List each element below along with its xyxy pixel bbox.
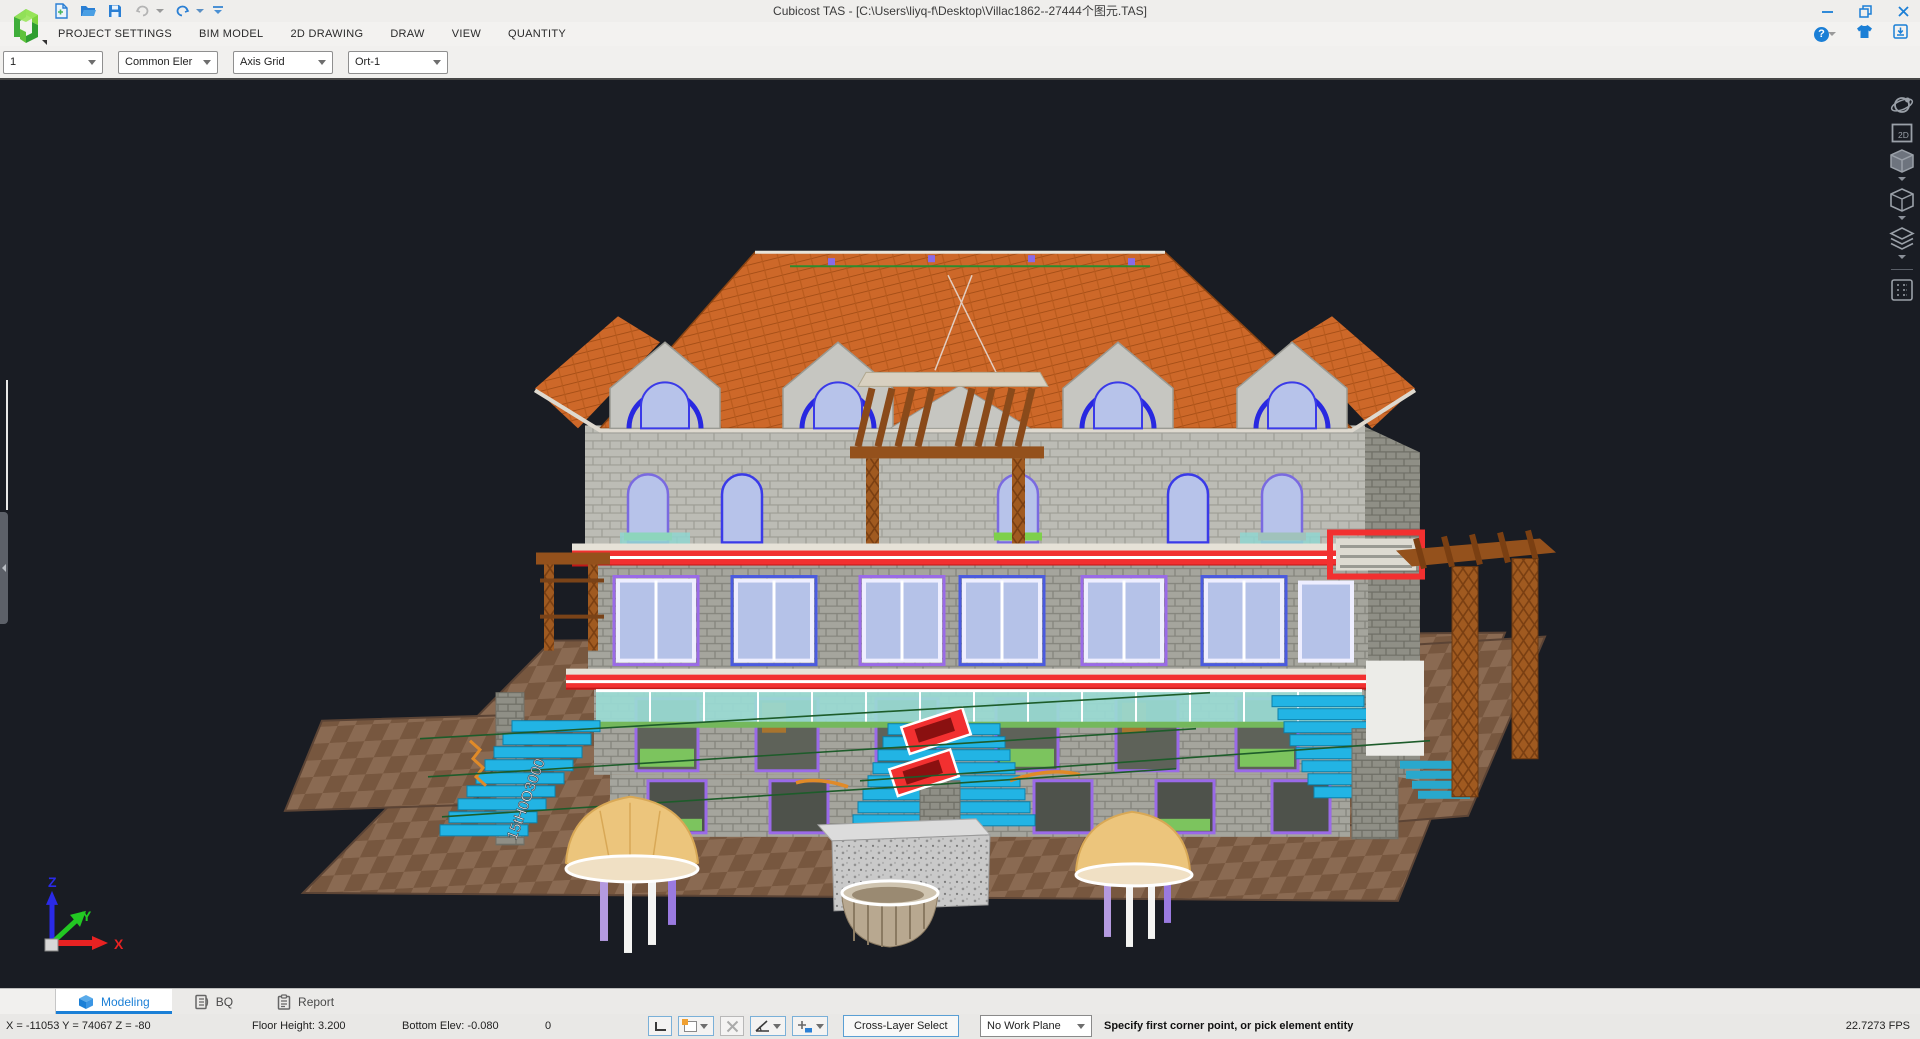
floor-select[interactable]: 1	[3, 51, 103, 74]
modeling-cube-icon	[78, 994, 94, 1010]
left-panel-splitter[interactable]	[6, 380, 8, 510]
report-clipboard-icon	[277, 994, 291, 1010]
menu-project-settings[interactable]: PROJECT SETTINGS	[58, 28, 172, 40]
shaded-view-dropdown-arrow[interactable]	[1898, 177, 1906, 181]
menu-bar: PROJECT SETTINGS BIM MODEL 2D DRAWING DR…	[0, 22, 1920, 46]
axis-x-label: X	[114, 936, 124, 952]
angle-icon	[755, 1020, 770, 1032]
axis-y-label: Y	[82, 908, 92, 924]
tab-modeling-label: Modeling	[101, 995, 150, 1009]
menu-draw[interactable]: DRAW	[390, 28, 424, 40]
bq-document-icon	[194, 994, 209, 1010]
viewport-3d[interactable]: 15tH0O3000	[0, 80, 1920, 988]
tab-bq[interactable]: BQ	[172, 989, 255, 1014]
chevron-down-icon	[318, 60, 326, 65]
tab-bq-label: BQ	[216, 995, 233, 1009]
view-preset-select[interactable]: Ort-1	[348, 51, 448, 74]
cross-layer-select-button[interactable]: Cross-Layer Select	[843, 1015, 959, 1037]
ortho-mode-button[interactable]	[648, 1016, 672, 1036]
menu-bim-model[interactable]: BIM MODEL	[199, 28, 263, 40]
axis-z-label: Z	[48, 874, 57, 890]
workspace-tabbar: Modeling BQ Report	[0, 988, 1920, 1014]
menu-quantity[interactable]: QUANTITY	[508, 28, 566, 40]
bottom-elevation-readout: Bottom Elev: -0.080	[402, 1014, 499, 1039]
element-toolbar: 1 Common Eler Axis Grid Ort-1	[0, 46, 1920, 80]
selection-count: 0	[545, 1014, 551, 1039]
app-window: Cubicost TAS - [C:\Users\liyq-f\Desktop\…	[0, 0, 1920, 1039]
floor-height-readout: Floor Height: 3.200	[252, 1014, 346, 1039]
x-cross-icon	[726, 1020, 739, 1033]
region-snap-button[interactable]	[678, 1016, 714, 1036]
wireframe-view-icon[interactable]	[1889, 187, 1915, 213]
logo-menu-arrow[interactable]	[42, 40, 47, 45]
element-select[interactable]: Axis Grid	[233, 51, 333, 74]
window-controls	[1820, 0, 1910, 22]
axis-triad: Z Y X	[45, 874, 124, 952]
model-canvas[interactable]: 15tH0O3000	[0, 80, 1920, 988]
parasol-table-left	[566, 797, 698, 953]
skin-icon[interactable]	[1856, 24, 1873, 44]
app-logo-icon[interactable]	[6, 3, 46, 45]
close-button[interactable]	[1896, 4, 1910, 18]
cursor-coordinates: X = -11053 Y = 74067 Z = -80	[6, 1014, 151, 1039]
download-icon[interactable]	[1893, 24, 1908, 44]
tab-modeling[interactable]: Modeling	[56, 989, 172, 1014]
layers-icon[interactable]	[1889, 226, 1915, 252]
chevron-down-icon	[203, 60, 211, 65]
rect-select-icon	[684, 1021, 697, 1032]
help-dropdown-arrow[interactable]	[1828, 32, 1836, 36]
chevron-down-icon	[433, 60, 441, 65]
title-bar: Cubicost TAS - [C:\Users\liyq-f\Desktop\…	[0, 0, 1920, 22]
chevron-down-icon	[700, 1024, 708, 1029]
work-plane-select[interactable]: No Work Plane	[980, 1015, 1092, 1037]
restore-button[interactable]	[1858, 4, 1872, 18]
help-icon[interactable]: ?	[1814, 27, 1829, 42]
shaded-view-icon[interactable]	[1889, 148, 1915, 174]
angle-snap-button[interactable]	[750, 1016, 786, 1036]
schedule-grid-icon[interactable]	[1889, 277, 1915, 303]
view-2d-icon[interactable]: 2D	[1889, 120, 1915, 146]
tab-report[interactable]: Report	[255, 989, 356, 1014]
chevron-down-icon	[773, 1024, 781, 1029]
fps-readout: 22.7273 FPS	[1846, 1014, 1910, 1039]
tab-report-label: Report	[298, 995, 334, 1009]
clear-selection-button[interactable]	[720, 1016, 744, 1036]
menu-2d-drawing[interactable]: 2D DRAWING	[290, 28, 363, 40]
orbit-icon[interactable]	[1889, 92, 1915, 118]
minimize-button[interactable]	[1820, 4, 1834, 18]
left-panel-collapse-handle[interactable]	[0, 512, 8, 624]
window-title: Cubicost TAS - [C:\Users\liyq-f\Desktop\…	[0, 0, 1920, 22]
snap-point-icon	[797, 1020, 813, 1033]
svg-text:2D: 2D	[1898, 130, 1909, 140]
menu-view[interactable]: VIEW	[452, 28, 481, 40]
chevron-down-icon	[88, 60, 96, 65]
header-right-icons: ?	[1814, 22, 1908, 46]
chevron-down-icon	[1077, 1024, 1085, 1029]
nav-tools-divider	[1891, 269, 1913, 270]
wicker-basket	[842, 881, 938, 947]
wireframe-view-dropdown-arrow[interactable]	[1898, 216, 1906, 220]
view-nav-toolbar: 2D	[1887, 92, 1917, 305]
command-prompt-message: Specify first corner point, or pick elem…	[1104, 1014, 1353, 1039]
point-snap-button[interactable]	[792, 1016, 828, 1036]
right-angle-icon	[655, 1022, 666, 1031]
element-type-select[interactable]: Common Eler	[118, 51, 218, 74]
chevron-down-icon	[816, 1024, 824, 1029]
status-bar: X = -11053 Y = 74067 Z = -80 Floor Heigh…	[0, 1014, 1920, 1039]
layers-dropdown-arrow[interactable]	[1898, 255, 1906, 259]
tabbar-corner	[0, 989, 56, 1014]
parasol-table-right	[1076, 812, 1192, 947]
